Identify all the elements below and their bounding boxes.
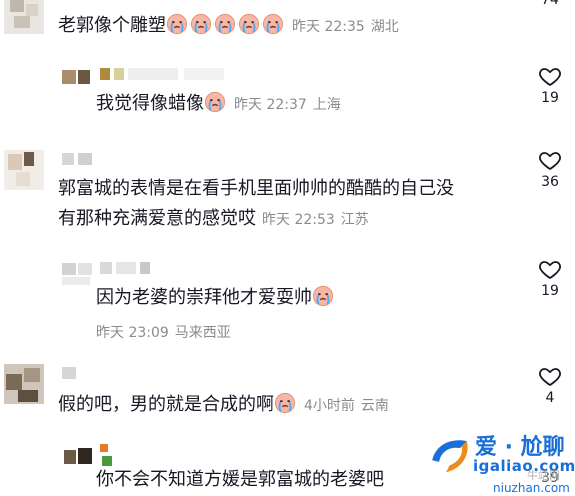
crying-face-icon [204,91,226,113]
crying-face-icon [238,13,260,35]
emoji-group [274,392,298,415]
like-count: 4 [545,390,555,406]
emoji-group [166,13,286,36]
like-button[interactable]: 19 [530,257,570,299]
avatar[interactable] [62,444,96,478]
comment-location: 湖北 [370,19,399,35]
comment-date: 昨天 22:35 [292,19,365,35]
crying-face-icon [274,392,296,414]
comment-body-line2: 有那种充满爱意的感觉哎 昨天 22:53 江苏 [58,205,369,234]
emoji-group [204,91,228,114]
emoji-group [312,285,336,308]
comment-body: 你不会不知道方媛是郭富城的老婆吧 [96,466,384,494]
brand-logo-icon [432,440,468,473]
heart-icon [539,368,561,386]
comment-location: 上海 [312,97,341,113]
comment-location: 马来西亚 [174,325,231,341]
comment-text-line2: 有那种充满爱意的感觉哎 [58,208,256,229]
comment-meta-line: 昨天 23:09 马来西亚 [90,318,231,347]
crying-face-icon [262,13,284,35]
comment-text: 假的吧，男的就是合成的啊 [58,394,274,415]
comment-body: 我觉得像蜡像 昨天 22:37 上海 [96,90,341,119]
comment-date: 昨天 23:09 [96,325,169,341]
comment-text: 老郭像个雕塑 [58,15,166,36]
like-button[interactable]: 4 [530,364,570,406]
comment-date: 昨天 22:37 [234,97,307,113]
crying-face-icon [190,13,212,35]
comment-body-line1: 郭富城的表情是在看手机里面帅帅的酷酷的自己没 [58,175,454,203]
heart-icon [539,152,561,170]
comment-body: 因为老婆的崇拜他才爱耍帅 [96,284,336,312]
like-button[interactable]: 19 [530,64,570,106]
like-count: 19 [541,90,559,106]
like-count: 36 [541,174,559,190]
comment-location: 江苏 [340,212,369,228]
like-button[interactable]: 74 [530,0,570,8]
like-count: 19 [541,283,559,299]
avatar[interactable] [62,66,96,100]
comment-date: 4小时前 [304,398,355,414]
avatar[interactable] [4,0,44,34]
watermark: 爱 · 尬聊 igaliao.com 牛站网 niuzhan.com [432,423,575,496]
like-count: 74 [541,0,559,8]
heart-icon [539,68,561,86]
comment-text: 我觉得像蜡像 [96,93,204,114]
crying-face-icon [166,13,188,35]
comment-text: 你不会不知道方媛是郭富城的老婆吧 [96,469,384,490]
comment-text: 因为老婆的崇拜他才爱耍帅 [96,287,312,308]
crying-face-icon [312,285,334,307]
heart-icon [539,261,561,279]
comment-text-line1: 郭富城的表情是在看手机里面帅帅的酷酷的自己没 [58,178,454,199]
avatar[interactable] [4,364,44,404]
comment-location: 云南 [360,398,389,414]
site-url: niuzhan.com [493,481,570,495]
avatar[interactable] [62,259,96,293]
comment-body: 老郭像个雕塑 昨天 22:35 湖北 [58,12,399,41]
crying-face-icon [214,13,236,35]
like-button[interactable]: 36 [530,148,570,190]
comment-date: 昨天 22:53 [262,212,335,228]
comment-body: 假的吧，男的就是合成的啊 4小时前 云南 [58,391,389,420]
avatar[interactable] [4,150,44,190]
